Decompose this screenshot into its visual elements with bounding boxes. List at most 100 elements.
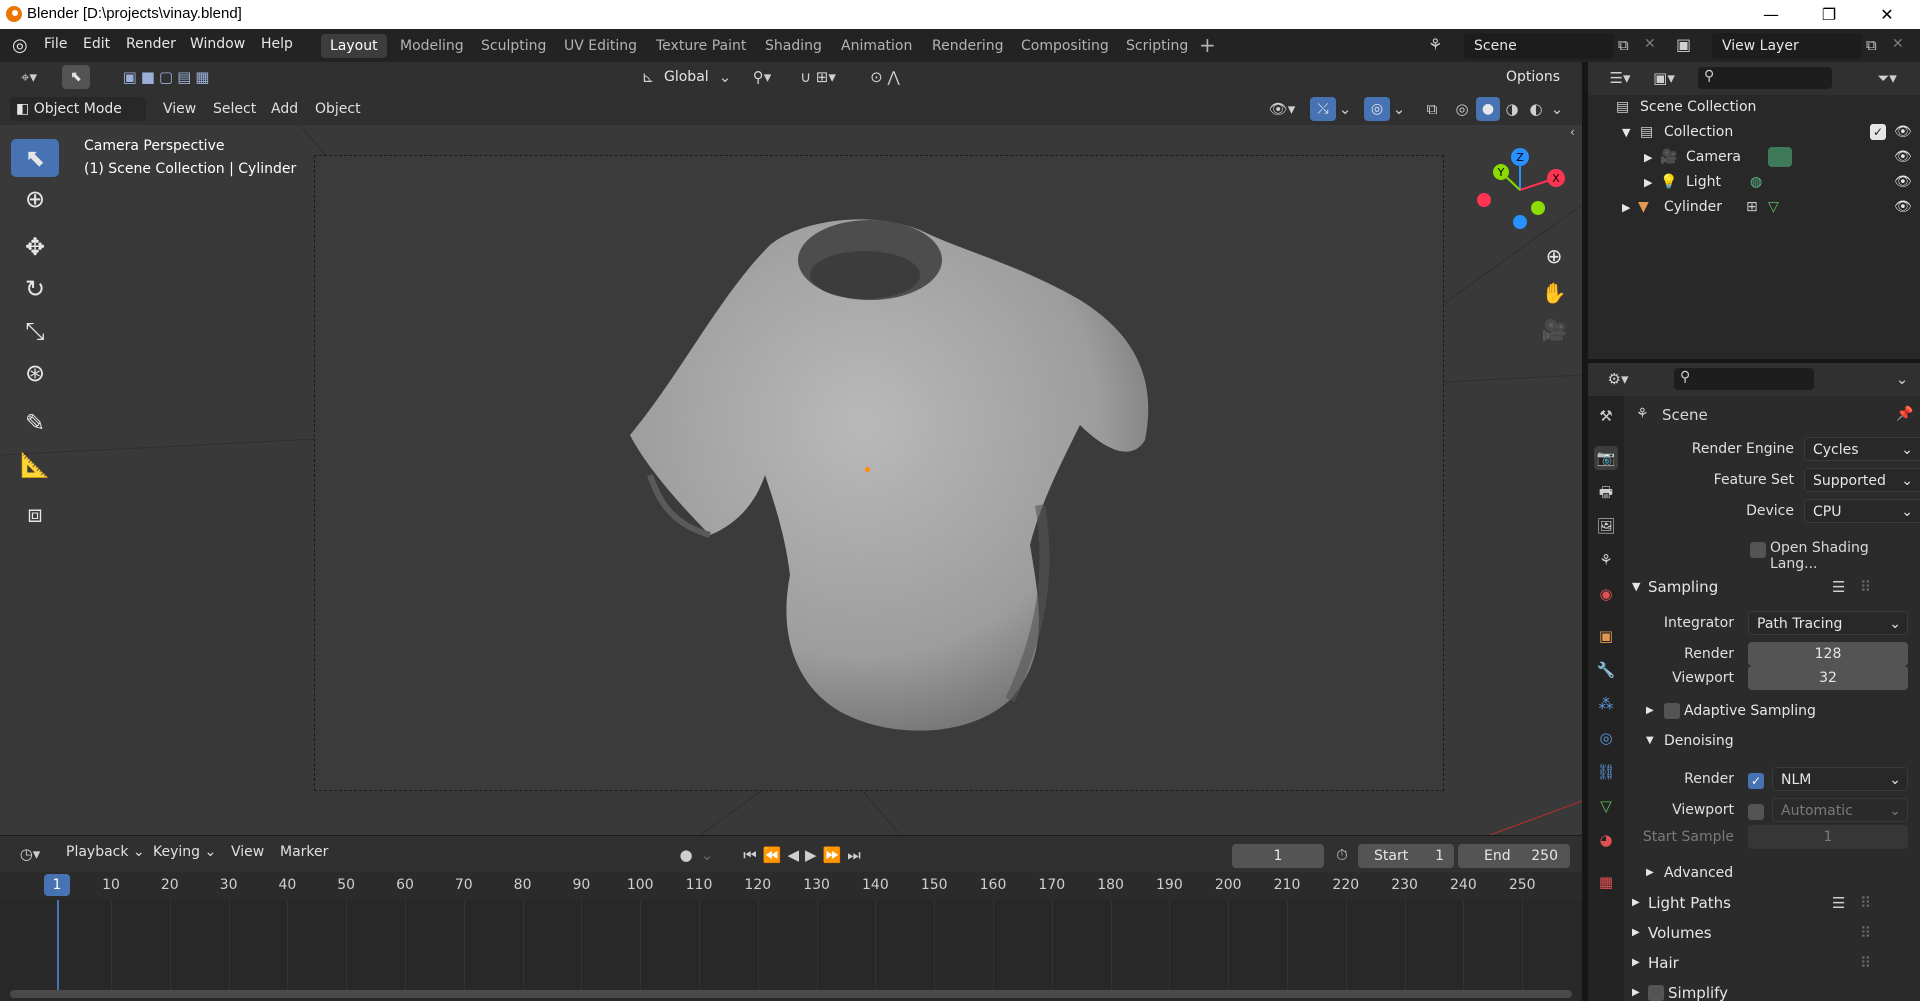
maximize-button[interactable]: ❐ — [1800, 0, 1858, 29]
outliner-row-cylinder[interactable]: ▶ ▼ Cylinder ⊞ ▽ 👁 — [1588, 195, 1920, 220]
constraints-tab-icon[interactable]: ⛓ — [1594, 760, 1618, 784]
pivot-point-icon[interactable]: ⚲▾ — [744, 67, 780, 87]
timeline-area[interactable] — [0, 900, 1582, 1001]
menu-edit[interactable]: Edit — [83, 36, 110, 52]
properties-editor-type-icon[interactable]: ⚙▾ — [1600, 369, 1636, 389]
tab-scripting[interactable]: Scripting — [1117, 34, 1197, 58]
menu-file[interactable]: File — [44, 36, 67, 52]
timeline-ruler[interactable]: 10 20 30 40 50 60 70 80 90 100 110 120 130 140 150 160 1… — [0, 872, 1582, 900]
object-tab-icon[interactable]: ▣ — [1594, 624, 1618, 648]
tab-shading[interactable]: Shading — [756, 34, 831, 58]
playback-controls[interactable]: ⏮⏪◀▶⏩⏭ — [730, 845, 880, 865]
simplify-header[interactable]: ▶ Simplify — [1624, 978, 1920, 1001]
pin-icon[interactable]: 📌 — [1896, 406, 1913, 422]
drag-handle-icon[interactable]: ⠿ — [1860, 572, 1871, 602]
tab-animation[interactable]: Animation — [832, 34, 921, 58]
chevron-down-icon[interactable]: ⌄ — [700, 845, 714, 865]
device-dropdown[interactable]: CPU ⌄ — [1804, 499, 1920, 523]
record-icon[interactable]: ● — [676, 845, 696, 865]
chevron-down-icon[interactable]: ⌄ — [1894, 369, 1910, 389]
tab-layout[interactable]: Layout — [321, 34, 387, 58]
eye-icon[interactable]: 👁 — [1894, 145, 1912, 170]
delete-view-layer-icon[interactable]: ✕ — [1892, 36, 1904, 52]
render-tab-icon[interactable]: 📷 — [1594, 446, 1618, 470]
end-frame-field[interactable]: End 250 — [1458, 844, 1570, 868]
menu-playback[interactable]: Playback ⌄ — [66, 844, 145, 860]
annotate-tool[interactable]: ✎ — [11, 404, 59, 442]
overlay-toggle-icon[interactable]: ◎ — [1364, 97, 1390, 121]
presets-icon[interactable]: ☰ — [1832, 888, 1845, 918]
outliner-row-collection[interactable]: ▼ ▤ Collection ✓ 👁 — [1588, 120, 1920, 145]
move-tool[interactable]: ✥ — [11, 228, 59, 266]
menu-render[interactable]: Render — [126, 36, 176, 52]
cylinder-shirt-mesh[interactable] — [540, 205, 1180, 765]
gizmo-toggle-icon[interactable]: ⤯ — [1310, 97, 1336, 121]
tab-compositing[interactable]: Compositing — [1012, 34, 1118, 58]
menu-object[interactable]: Object — [315, 101, 361, 117]
transform-tool[interactable]: ⊛ — [11, 354, 59, 392]
adaptive-sampling-header[interactable]: ▶ Adaptive Sampling — [1624, 696, 1920, 726]
light-paths-header[interactable]: ▶ Light Paths ☰ ⠿ — [1624, 888, 1920, 918]
outliner-row-camera[interactable]: ▶ 🎥 Camera 👁 — [1588, 145, 1920, 170]
mode-dropdown[interactable]: ◧ Object Mode ⌄ — [10, 97, 146, 141]
gizmo-neg-x[interactable] — [1477, 193, 1491, 207]
current-frame-field[interactable]: 1 — [1232, 844, 1324, 868]
measure-tool[interactable]: 📐 — [11, 446, 59, 484]
new-view-layer-icon[interactable]: ⧉ — [1866, 36, 1877, 54]
modifier-tab-icon[interactable]: 🔧 — [1594, 658, 1618, 682]
blender-menu-icon[interactable]: ◎ — [12, 35, 28, 56]
view-layer-field[interactable]: View Layer — [1712, 33, 1862, 59]
timeline-scrollbar[interactable] — [10, 990, 1572, 998]
minimize-button[interactable]: — — [1742, 0, 1800, 29]
adaptive-sampling-checkbox[interactable] — [1664, 703, 1680, 719]
view-layer-tab-icon[interactable]: 🖼 — [1594, 514, 1618, 538]
rotate-tool[interactable]: ↻ — [11, 270, 59, 308]
select-mode-icons[interactable]: ▣■▢▤▦ — [108, 67, 228, 87]
navigation-gizmo[interactable]: Z X Y — [1470, 145, 1570, 235]
properties-search-input[interactable]: ⚲ — [1674, 368, 1814, 390]
scale-tool[interactable]: ⤡ — [11, 312, 59, 350]
viewport-samples-field[interactable]: 32 — [1748, 666, 1908, 690]
timeline-editor-type-icon[interactable]: ◷▾ — [12, 844, 48, 864]
material-preview-icon[interactable]: ◑ — [1502, 99, 1522, 119]
eye-icon[interactable]: 👁 — [1894, 120, 1912, 145]
start-sample-field[interactable]: 1 — [1748, 825, 1908, 849]
display-mode-icon[interactable]: ▣▾ — [1646, 68, 1682, 88]
delete-scene-icon[interactable]: ✕ — [1644, 36, 1656, 52]
denoise-viewport-checkbox[interactable] — [1748, 804, 1764, 820]
chevron-down-icon[interactable]: ⌄ — [1338, 99, 1352, 119]
xray-toggle-icon[interactable]: ⧉ — [1422, 99, 1442, 119]
feature-set-dropdown[interactable]: Supported ⌄ — [1804, 468, 1920, 492]
solid-shading-icon[interactable]: ● — [1476, 97, 1500, 121]
close-button[interactable]: ✕ — [1858, 0, 1916, 29]
select-tool-icon[interactable]: ⬉ — [62, 65, 90, 89]
3d-viewport[interactable]: Camera Perspective (1) Scene Collection … — [0, 125, 1582, 835]
chevron-down-icon[interactable]: ⌄ — [1550, 99, 1564, 119]
drag-handle-icon[interactable]: ⠿ — [1860, 918, 1871, 948]
render-engine-dropdown[interactable]: Cycles ⌄ — [1804, 437, 1920, 461]
tab-uv-editing[interactable]: UV Editing — [555, 34, 646, 58]
menu-marker[interactable]: Marker — [280, 844, 328, 860]
outliner-row-light[interactable]: ▶ 💡 Light ◍ 👁 — [1588, 170, 1920, 195]
outliner-row-scene-collection[interactable]: ▤ Scene Collection — [1588, 95, 1920, 120]
playhead-frame-indicator[interactable]: 1 — [44, 874, 70, 896]
scene-icon[interactable]: ⚘ — [1428, 35, 1442, 54]
eye-icon[interactable]: 👁 — [1894, 195, 1912, 220]
menu-view[interactable]: View — [163, 101, 196, 117]
menu-help[interactable]: Help — [261, 36, 293, 52]
hair-header[interactable]: ▶ Hair ⠿ — [1624, 948, 1920, 978]
menu-add[interactable]: Add — [271, 101, 298, 117]
menu-window[interactable]: Window — [190, 36, 245, 52]
camera-view-icon[interactable]: 🎥 — [1538, 314, 1570, 346]
view-layer-icon[interactable]: ▣ — [1676, 35, 1691, 54]
world-tab-icon[interactable]: ◉ — [1594, 582, 1618, 606]
tab-sculpting[interactable]: Sculpting — [472, 34, 555, 58]
sidebar-toggle-icon[interactable]: ‹ — [1570, 125, 1582, 139]
outliner-search-input[interactable]: ⚲ — [1698, 67, 1832, 89]
material-tab-icon[interactable]: ◕ — [1594, 828, 1618, 852]
tab-modeling[interactable]: Modeling — [391, 34, 473, 58]
visibility-icon[interactable]: 👁▾ — [1264, 99, 1300, 119]
filter-icon[interactable]: ⏷▾ — [1870, 68, 1904, 88]
eye-icon[interactable]: 👁 — [1894, 170, 1912, 195]
data-tab-icon[interactable]: ▽ — [1594, 794, 1618, 818]
